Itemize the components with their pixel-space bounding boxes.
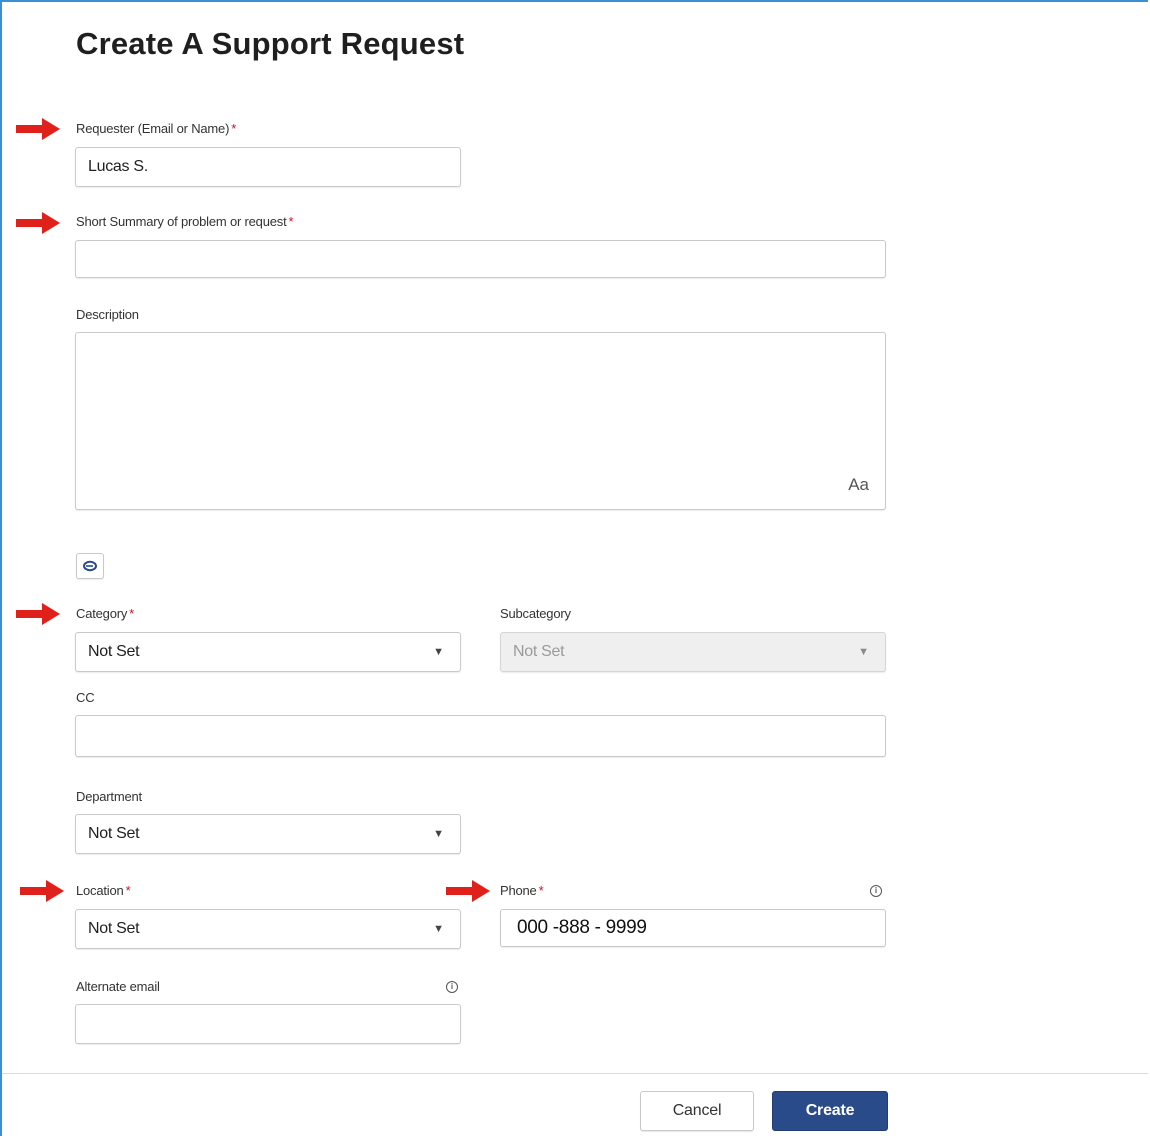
- info-icon[interactable]: i: [870, 885, 882, 897]
- phone-label: Phone *: [500, 883, 544, 898]
- required-marker: *: [538, 883, 544, 898]
- create-button[interactable]: Create: [772, 1091, 888, 1131]
- required-marker: *: [288, 214, 294, 229]
- phone-input[interactable]: 000 -888 - 9999: [500, 909, 886, 947]
- text-format-icon[interactable]: Aa: [848, 475, 869, 495]
- category-value: Not Set: [88, 643, 140, 660]
- red-arrow-annotation: [446, 880, 490, 902]
- phone-value: 000 -888 - 9999: [517, 917, 647, 938]
- cc-label: CC: [76, 690, 95, 705]
- subcategory-value: Not Set: [513, 643, 565, 660]
- location-label: Location *: [76, 883, 131, 898]
- description-label: Description: [76, 307, 139, 322]
- department-value: Not Set: [88, 825, 140, 842]
- footer-divider: [2, 1073, 1148, 1074]
- subcategory-label: Subcategory: [500, 606, 571, 621]
- description-textarea[interactable]: Aa: [75, 332, 886, 510]
- info-icon[interactable]: i: [446, 981, 458, 993]
- alternate-email-label: Alternate email: [76, 979, 160, 994]
- chevron-down-icon: ▼: [858, 646, 869, 658]
- category-select[interactable]: Not Set ▼: [75, 632, 461, 672]
- chevron-down-icon: ▼: [433, 923, 444, 935]
- location-select[interactable]: Not Set ▼: [75, 909, 461, 949]
- category-label: Category *: [76, 606, 135, 621]
- requester-input[interactable]: Lucas S.: [75, 147, 461, 187]
- red-arrow-annotation: [16, 603, 60, 625]
- attachment-button[interactable]: [76, 553, 104, 579]
- requester-value: Lucas S.: [88, 158, 148, 175]
- alternate-email-input[interactable]: [75, 1004, 461, 1044]
- chevron-down-icon: ▼: [433, 646, 444, 658]
- required-marker: *: [129, 606, 135, 621]
- required-marker: *: [125, 883, 131, 898]
- red-arrow-annotation: [16, 118, 60, 140]
- requester-label: Requester (Email or Name) *: [76, 121, 237, 136]
- location-value: Not Set: [88, 920, 140, 937]
- required-marker: *: [231, 121, 237, 136]
- summary-input[interactable]: [75, 240, 886, 278]
- red-arrow-annotation: [20, 880, 64, 902]
- cc-input[interactable]: [75, 715, 886, 757]
- department-label: Department: [76, 789, 142, 804]
- cancel-button[interactable]: Cancel: [640, 1091, 754, 1131]
- summary-label: Short Summary of problem or request *: [76, 214, 294, 229]
- red-arrow-annotation: [16, 212, 60, 234]
- page-title: Create A Support Request: [76, 26, 465, 61]
- chevron-down-icon: ▼: [433, 828, 444, 840]
- department-select[interactable]: Not Set ▼: [75, 814, 461, 854]
- paperclip-icon: [83, 560, 97, 572]
- subcategory-select: Not Set ▼: [500, 632, 886, 672]
